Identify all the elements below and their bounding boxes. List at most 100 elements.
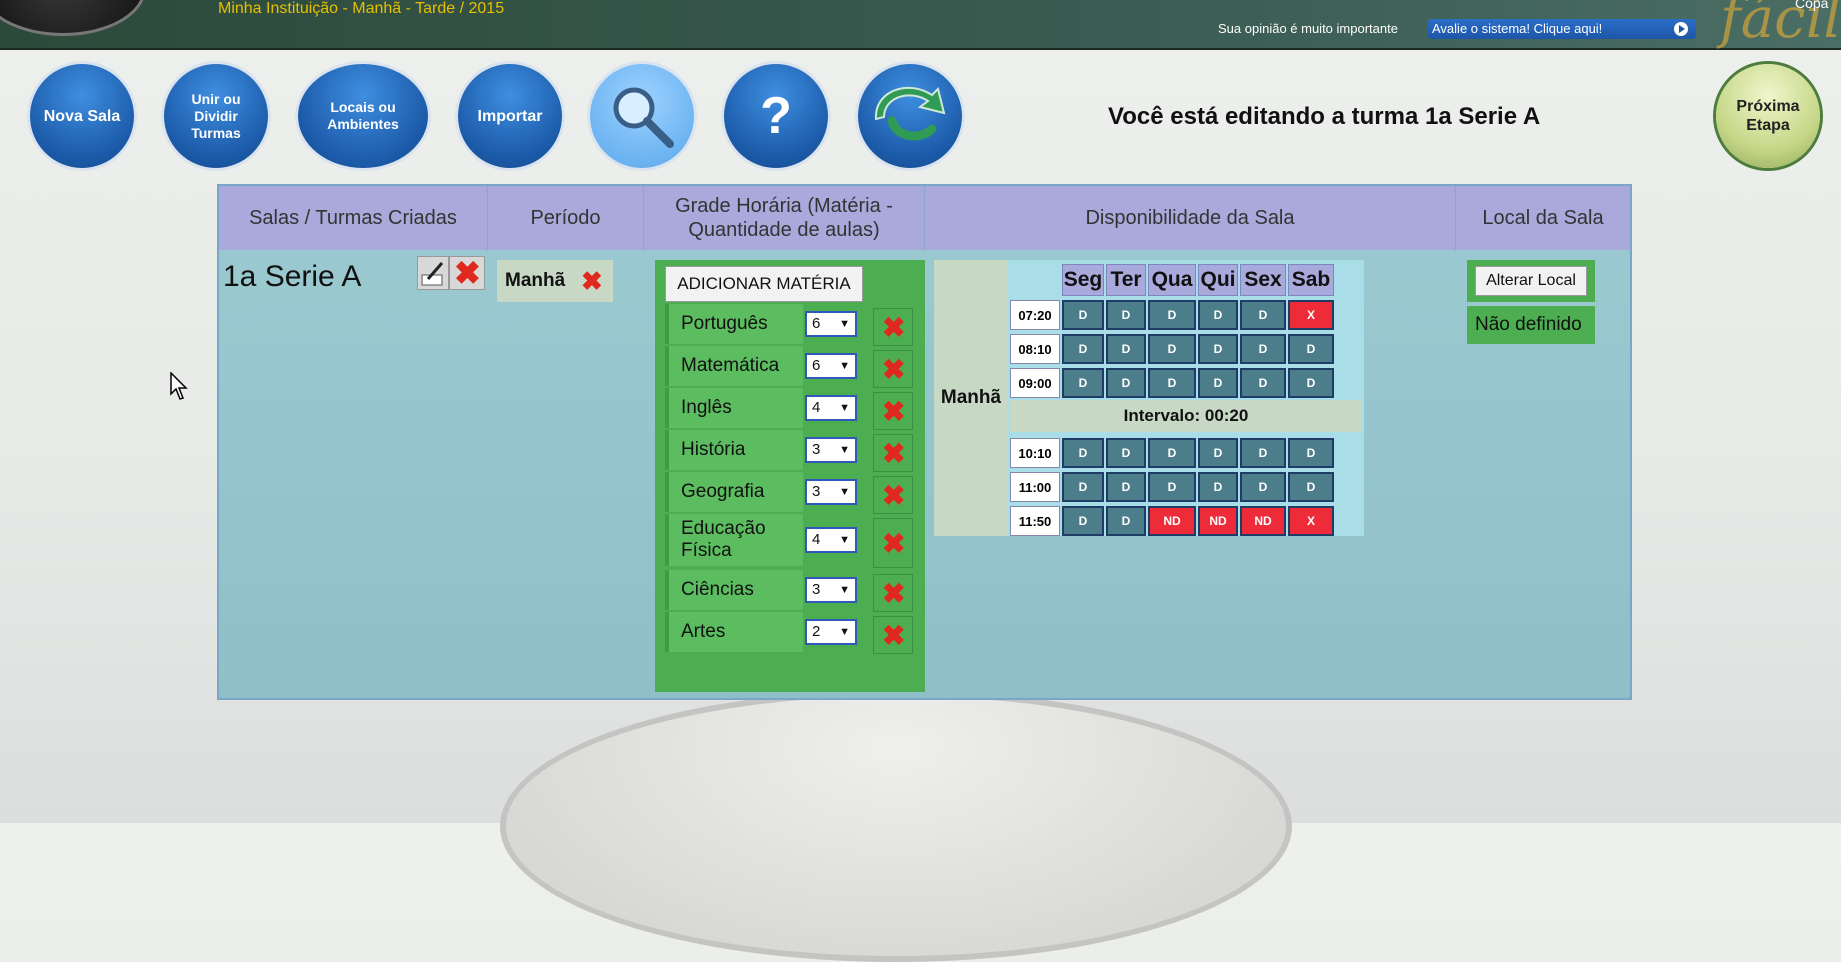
availability-cell[interactable]: D — [1288, 334, 1334, 364]
availability-cell[interactable]: D — [1198, 300, 1238, 330]
search-button[interactable] — [590, 64, 694, 168]
availability-cell[interactable]: D — [1148, 334, 1196, 364]
delete-materia-button[interactable]: ✖ — [873, 392, 913, 430]
availability-cell[interactable]: D — [1240, 368, 1286, 398]
remove-periodo-icon[interactable]: ✖ — [581, 268, 603, 294]
availability-cell[interactable]: D — [1148, 438, 1196, 468]
quantidade-select[interactable]: 6 — [805, 353, 857, 379]
edit-turma-button[interactable] — [417, 256, 449, 290]
nova-sala-label: Nova Sala — [43, 107, 121, 125]
materia-row: História3 ✖ — [655, 430, 925, 472]
availability-cell[interactable]: ND — [1148, 506, 1196, 536]
availability-cell[interactable]: D — [1062, 368, 1104, 398]
quantidade-select[interactable]: 6 — [805, 311, 857, 337]
importar-button[interactable]: Importar — [458, 64, 562, 168]
availability-cell[interactable]: D — [1240, 438, 1286, 468]
day-header: Qua — [1148, 264, 1196, 296]
availability-cell[interactable]: D — [1198, 472, 1238, 502]
availability-cell[interactable]: D — [1198, 438, 1238, 468]
undo-button[interactable] — [858, 64, 962, 168]
delete-materia-button[interactable]: ✖ — [873, 476, 913, 514]
materia-name: Educação Física — [665, 514, 803, 566]
proxima-etapa-button[interactable]: Próxima Etapa — [1716, 64, 1820, 168]
delete-materia-button[interactable]: ✖ — [873, 616, 913, 654]
mouse-cursor — [170, 372, 188, 400]
availability-cell[interactable]: D — [1062, 438, 1104, 468]
time-label: 07:20 — [1010, 300, 1060, 330]
adicionar-materia-button[interactable]: ADICIONAR MATÉRIA — [665, 266, 863, 302]
availability-cell[interactable]: D — [1148, 368, 1196, 398]
help-button[interactable]: ? — [724, 64, 828, 168]
quantidade-select[interactable]: 3 — [805, 437, 857, 463]
time-label: 10:10 — [1010, 438, 1060, 468]
delete-materia-button[interactable]: ✖ — [873, 434, 913, 472]
availability-cell[interactable]: D — [1240, 472, 1286, 502]
red-x-icon: ✖ — [454, 255, 481, 291]
availability-cell[interactable]: D — [1106, 472, 1146, 502]
quantidade-select[interactable]: 2 — [805, 619, 857, 645]
materia-name: Geografia — [665, 472, 803, 512]
materia-row: Matemática6 ✖ — [655, 346, 925, 388]
availability-cell[interactable]: D — [1240, 300, 1286, 330]
delete-materia-button[interactable]: ✖ — [873, 574, 913, 612]
availability-cell[interactable]: ND — [1198, 506, 1238, 536]
quantidade-select[interactable]: 4 — [805, 395, 857, 421]
availability-cell[interactable]: D — [1106, 334, 1146, 364]
availability-cell[interactable]: D — [1148, 472, 1196, 502]
availability-cell[interactable]: D — [1288, 472, 1334, 502]
availability-cell[interactable]: D — [1198, 368, 1238, 398]
availability-cell[interactable]: D — [1062, 506, 1104, 536]
proxima-label: Próxima Etapa — [1736, 98, 1800, 134]
availability-cell[interactable]: D — [1198, 334, 1238, 364]
availability-cell[interactable]: D — [1106, 438, 1146, 468]
availability-cell[interactable]: D — [1148, 300, 1196, 330]
delete-materia-button[interactable]: ✖ — [873, 518, 913, 568]
availability-cell[interactable]: D — [1062, 472, 1104, 502]
quantidade-select[interactable]: 3 — [805, 479, 857, 505]
locais-label: Locais ou Ambientes — [327, 99, 399, 132]
availability-cell[interactable]: D — [1106, 300, 1146, 330]
evaluate-system-link[interactable]: Avalie o sistema! Clique aqui! — [1428, 19, 1696, 39]
clock-logo — [0, 0, 146, 36]
local-value: Não definido — [1467, 306, 1595, 344]
time-label: 09:00 — [1010, 368, 1060, 398]
quantidade-select[interactable]: 3 — [805, 577, 857, 603]
nova-sala-button[interactable]: Nova Sala — [30, 64, 134, 168]
unir-dividir-label: Unir ou Dividir Turmas — [191, 90, 241, 141]
availability-cell[interactable]: X — [1288, 506, 1334, 536]
corner-text: Copa — [1795, 0, 1829, 11]
unir-dividir-turmas-button[interactable]: Unir ou Dividir Turmas — [164, 64, 268, 168]
availability-cell[interactable]: D — [1062, 334, 1104, 364]
header-grade: Grade Horária (Matéria - Quantidade de a… — [644, 186, 925, 250]
interval-label: Intervalo: 00:20 — [1010, 400, 1362, 432]
delete-materia-button[interactable]: ✖ — [873, 308, 913, 346]
availability-cell[interactable]: D — [1288, 438, 1334, 468]
locais-ambientes-button[interactable]: Locais ou Ambientes — [298, 64, 428, 168]
red-x-icon: ✖ — [882, 620, 906, 651]
day-header: Qui — [1198, 264, 1238, 296]
importar-label: Importar — [477, 107, 543, 125]
materia-name: Matemática — [665, 346, 803, 386]
disp-period-label: Manhã — [934, 260, 1008, 536]
red-x-icon: ✖ — [882, 354, 906, 385]
background-clock-decoration — [500, 690, 1292, 962]
availability-cell[interactable]: ND — [1240, 506, 1286, 536]
availability-cell[interactable]: D — [1106, 368, 1146, 398]
day-header: Ter — [1106, 264, 1146, 296]
play-icon — [1674, 22, 1688, 36]
alterar-local-button[interactable]: Alterar Local — [1475, 266, 1587, 296]
institution-title: Minha Instituição - Manhã - Tarde / 2015 — [218, 0, 505, 17]
delete-turma-button[interactable]: ✖ — [449, 256, 485, 290]
availability-cell[interactable]: D — [1106, 506, 1146, 536]
red-x-icon: ✖ — [882, 312, 906, 343]
red-x-icon: ✖ — [882, 396, 906, 427]
availability-cell[interactable]: D — [1288, 368, 1334, 398]
availability-cell[interactable]: D — [1062, 300, 1104, 330]
availability-cell[interactable]: X — [1288, 300, 1334, 330]
delete-materia-button[interactable]: ✖ — [873, 350, 913, 388]
availability-cell[interactable]: D — [1240, 334, 1286, 364]
grade-horaria: ADICIONAR MATÉRIA Português6✖Matemática6… — [655, 260, 925, 692]
editing-title: Você está editando a turma 1a Serie A — [1108, 103, 1541, 130]
quantidade-select[interactable]: 4 — [805, 527, 857, 553]
materia-name: Ciências — [665, 570, 803, 610]
